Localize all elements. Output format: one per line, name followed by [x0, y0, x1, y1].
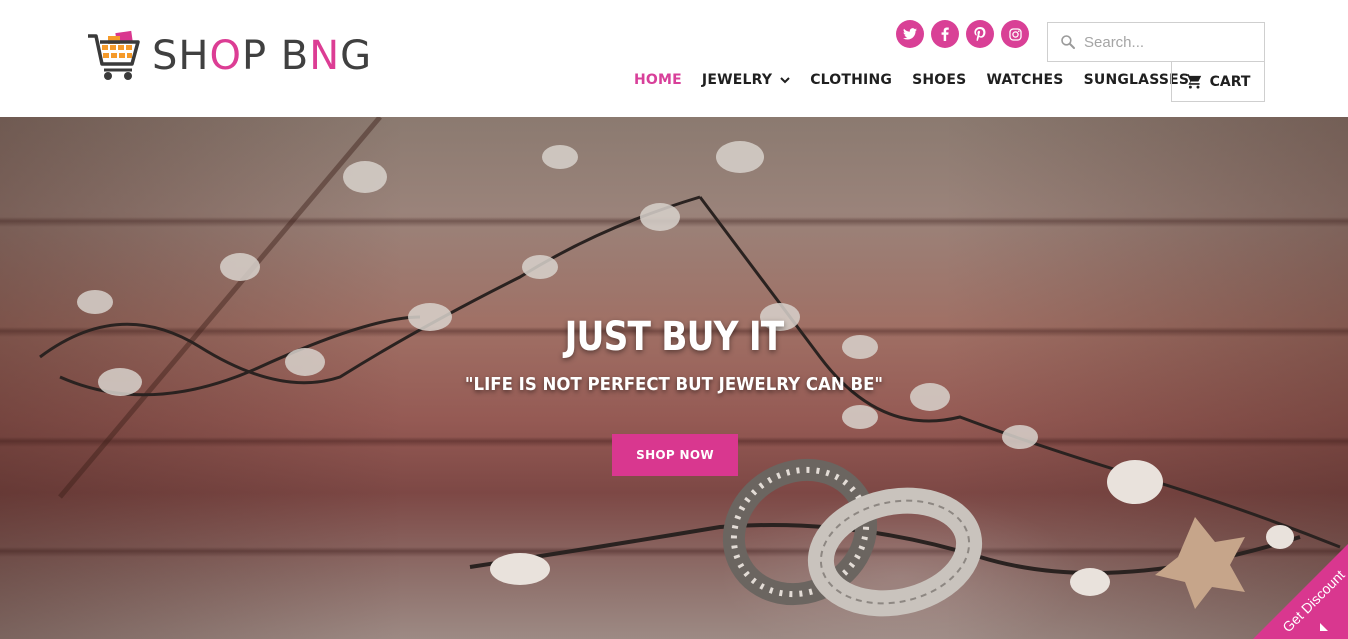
search-box [1047, 22, 1265, 62]
search-input[interactable] [1084, 33, 1254, 51]
cart-icon [1185, 74, 1201, 89]
twitter-button[interactable] [896, 20, 924, 48]
chevron-down-icon [780, 76, 790, 83]
social-links [896, 20, 1029, 48]
nav-item-label: SHOES [912, 72, 967, 88]
get-discount-ribbon[interactable]: Get Discount [1253, 544, 1348, 639]
pinterest-button[interactable] [966, 20, 994, 48]
hero-banner: JUST BUY IT "LIFE IS NOT PERFECT BUT JEW… [0, 117, 1348, 639]
nav-item-label: HOME [634, 72, 682, 88]
search-icon [1061, 35, 1075, 49]
facebook-button[interactable] [931, 20, 959, 48]
shop-now-button[interactable]: SHOP NOW [612, 434, 738, 476]
cart-label: CART [1209, 73, 1251, 90]
instagram-button[interactable] [1001, 20, 1029, 48]
corner-arrow-icon [1320, 623, 1328, 631]
logo-text-part: N [309, 33, 341, 79]
nav-item-label: WATCHES [986, 72, 1064, 88]
nav-item-shoes[interactable]: SHOES [912, 72, 966, 88]
logo-text-part: O [209, 33, 242, 79]
shopping-cart-logo-icon [88, 30, 140, 80]
site-logo[interactable]: SHOP BNG [86, 28, 372, 84]
logo-text-part: G [340, 33, 373, 79]
facebook-icon [941, 27, 949, 41]
pinterest-icon [974, 27, 986, 41]
nav-item-watches[interactable]: WATCHES [986, 72, 1063, 88]
cart-button[interactable]: CART [1171, 61, 1265, 102]
logo-text-part: P B [241, 33, 310, 79]
main-nav: HOME JEWELRY CLOTHING SHOES WATCHES SUNG… [634, 72, 1209, 88]
logo-text: SHOP BNG [152, 36, 372, 76]
nav-item-clothing[interactable]: CLOTHING [810, 72, 892, 88]
hero-subtitle: "LIFE IS NOT PERFECT BUT JEWELRY CAN BE" [464, 374, 884, 395]
hero-title: JUST BUY IT [564, 314, 785, 360]
instagram-icon [1008, 27, 1022, 41]
logo-text-part: SH [152, 33, 210, 79]
nav-item-label: JEWELRY [701, 72, 773, 88]
nav-item-home[interactable]: HOME [634, 72, 682, 88]
site-header: SHOP BNG HOME JEWELRY CLOTHING SHOES WAT… [0, 0, 1348, 117]
nav-item-jewelry[interactable]: JEWELRY [702, 72, 790, 88]
twitter-icon [903, 28, 917, 40]
nav-item-label: CLOTHING [810, 72, 893, 88]
